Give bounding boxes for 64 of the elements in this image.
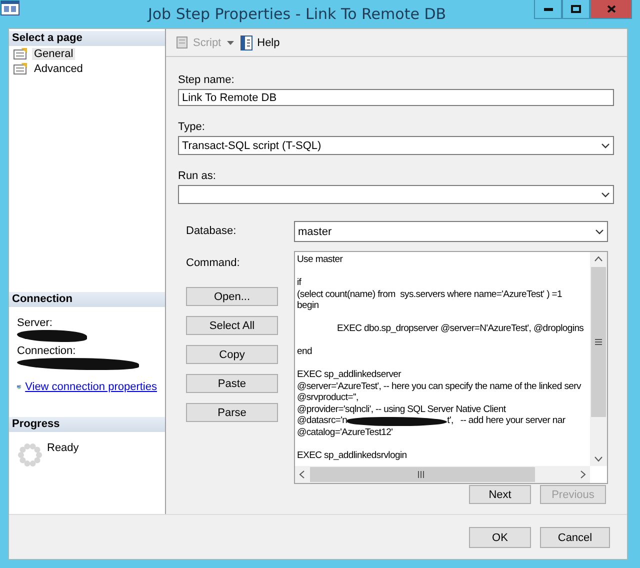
dialog-button[interactable]: OK bbox=[469, 527, 531, 548]
code-line: EXEC sp_addlinkedsrvlogin bbox=[297, 450, 407, 461]
code-line: Use master bbox=[297, 254, 343, 266]
connection-properties-link[interactable]: View connection properties bbox=[25, 381, 157, 393]
command-button[interactable]: Open... bbox=[186, 287, 278, 306]
app-icon bbox=[0, 0, 20, 16]
help-document-icon bbox=[240, 34, 254, 50]
step-name-field[interactable]: Link To Remote DB bbox=[178, 89, 614, 106]
command-editor[interactable] bbox=[294, 251, 608, 484]
code-line: @server='AzureTest', -- here you can specify the name of the linked serv bbox=[297, 380, 581, 392]
scroll-grip-icon bbox=[595, 339, 602, 345]
spinner-icon bbox=[17, 442, 43, 468]
page-list-item[interactable]: Advanced bbox=[9, 61, 165, 76]
help-button[interactable]: Help bbox=[240, 34, 280, 50]
maximize-icon bbox=[571, 5, 581, 13]
dropdown-caret-icon bbox=[595, 228, 604, 234]
code-line: end bbox=[297, 346, 312, 358]
field-label: Step name: bbox=[178, 74, 236, 86]
maximize-button[interactable] bbox=[562, 0, 590, 19]
section-header: Progress bbox=[9, 417, 165, 432]
database-dropdown[interactable]: master bbox=[294, 221, 608, 242]
next-button[interactable]: Next bbox=[469, 485, 531, 504]
dropdown-caret-icon bbox=[601, 142, 610, 148]
command-button[interactable]: Copy bbox=[186, 345, 278, 364]
page-icon bbox=[13, 62, 29, 75]
field-label: Type: bbox=[178, 121, 206, 133]
run-as-dropdown[interactable] bbox=[178, 185, 614, 204]
field-label: Command: bbox=[186, 257, 241, 269]
dialog-button[interactable]: Cancel bbox=[540, 527, 610, 548]
section-header: Select a page bbox=[9, 31, 165, 46]
minimize-icon bbox=[544, 8, 552, 10]
scroll-grip-icon bbox=[418, 471, 424, 478]
progress-status: Ready bbox=[47, 442, 79, 454]
field-label: Run as: bbox=[178, 170, 217, 182]
window-title: Job Step Properties - Link To Remote DB bbox=[146, 4, 448, 25]
page-icon bbox=[13, 47, 29, 60]
close-icon bbox=[606, 5, 616, 13]
command-button[interactable]: Paste bbox=[186, 374, 278, 393]
minimize-button[interactable] bbox=[534, 0, 562, 19]
command-button[interactable]: Select All bbox=[186, 316, 278, 335]
dropdown-caret-icon bbox=[227, 40, 234, 44]
redaction-scribble bbox=[17, 330, 87, 342]
field-label: Server: bbox=[16, 317, 54, 329]
command-button[interactable]: Parse bbox=[186, 403, 278, 422]
code-line: EXEC sp_addlinkedserver bbox=[297, 369, 401, 380]
code-line: EXEC dbo.sp_dropserver @server=N'AzureTest', @droplogins bbox=[336, 323, 584, 334]
scroll-icon bbox=[174, 34, 190, 50]
page-list-item[interactable]: General bbox=[9, 46, 165, 61]
code-line: @srvproduct='', bbox=[297, 392, 358, 404]
field-label: Connection: bbox=[16, 345, 77, 357]
horizontal-scrollbar[interactable] bbox=[295, 466, 590, 483]
code-line: (select count(name) from sys.servers where name='AzureTest' ) =1 bbox=[297, 288, 562, 300]
code-line: @provider='sqlncli', -- using SQL Server Native Client bbox=[297, 404, 506, 415]
section-header: Connection bbox=[9, 292, 165, 307]
dropdown-caret-icon bbox=[601, 192, 610, 198]
code-line: begin bbox=[297, 300, 319, 312]
field-label: Database: bbox=[186, 224, 238, 239]
close-button[interactable] bbox=[590, 0, 632, 19]
type-dropdown[interactable]: Transact-SQL script (T-SQL) bbox=[178, 136, 614, 155]
code-line: @catalog='AzureTest12' bbox=[297, 426, 393, 438]
code-line: t', -- add here your server nar bbox=[447, 415, 566, 426]
vertical-scrollbar[interactable] bbox=[590, 252, 607, 466]
code-line: if bbox=[297, 277, 302, 288]
code-line: @datasrc='n bbox=[297, 415, 348, 426]
